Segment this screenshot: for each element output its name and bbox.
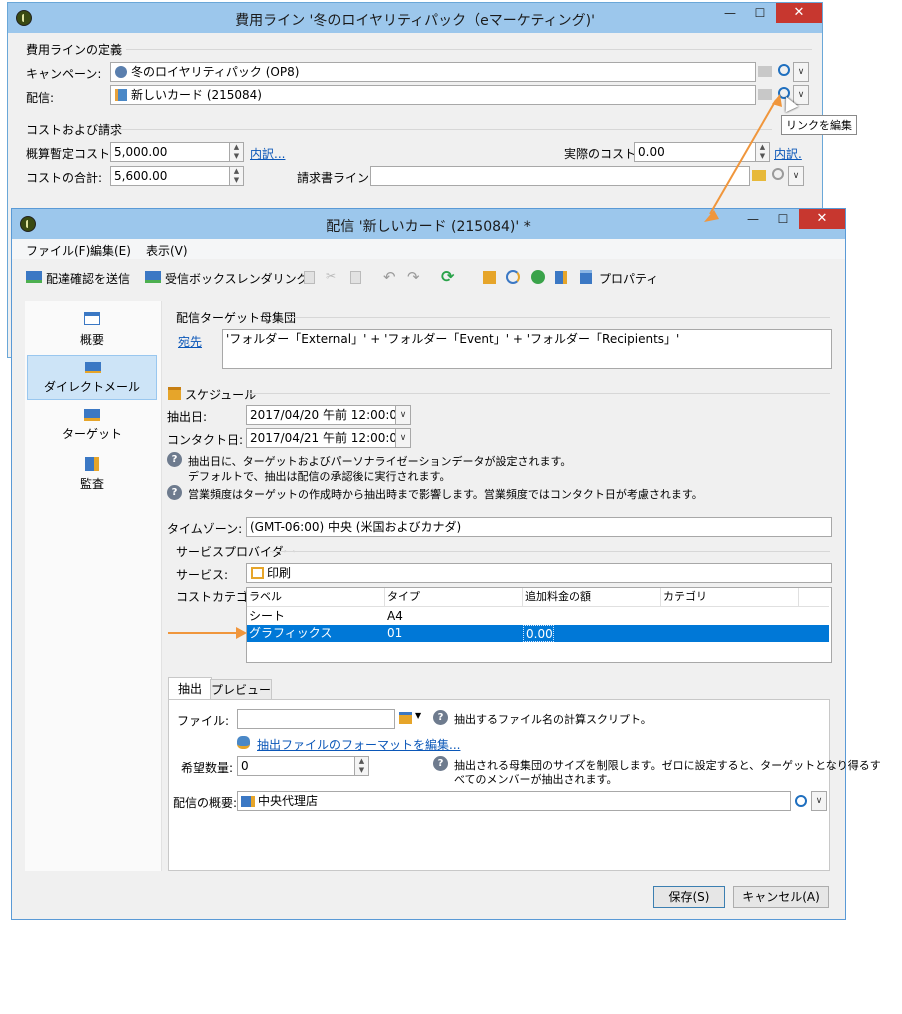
annotation-arrows bbox=[168, 94, 782, 639]
arrow-graphics-row-head bbox=[236, 627, 247, 639]
arrow-edit-link bbox=[709, 99, 777, 215]
